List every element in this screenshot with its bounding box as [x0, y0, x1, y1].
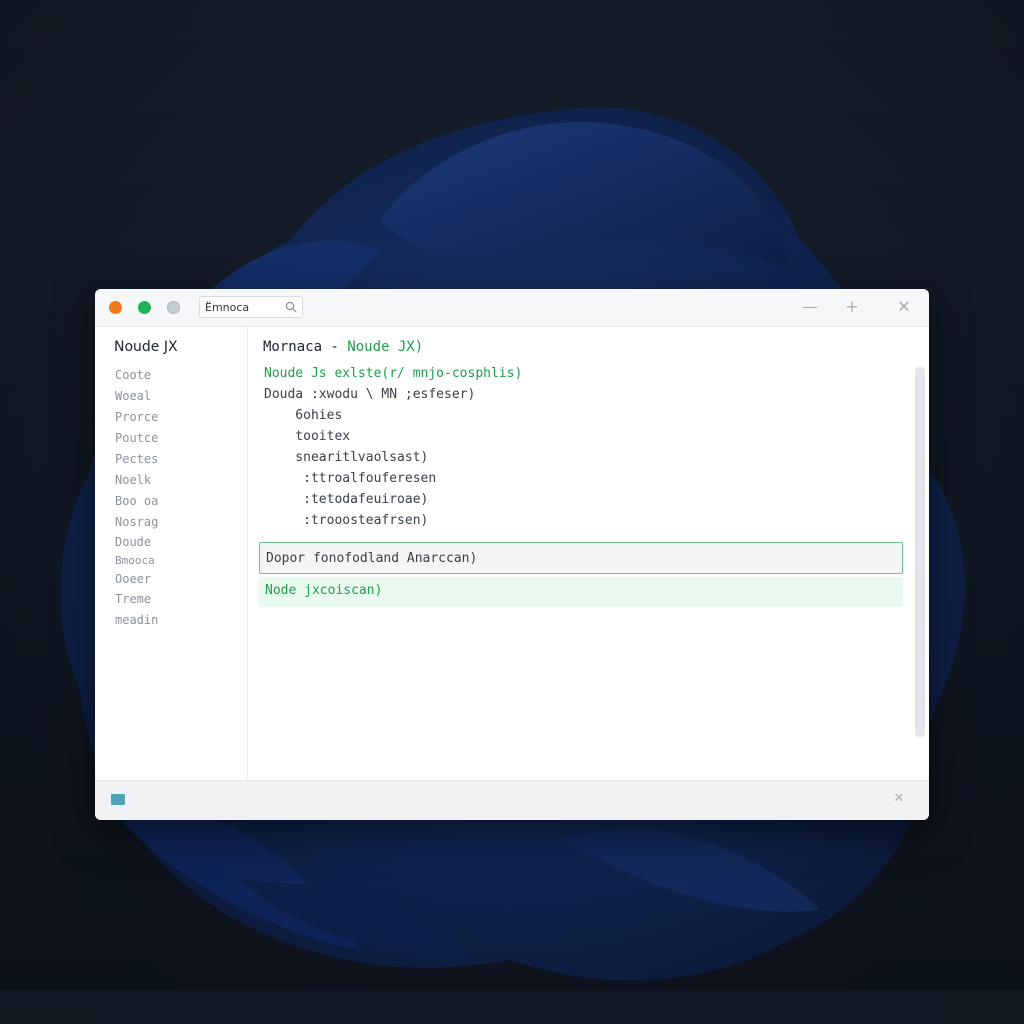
sidebar-item[interactable]: Ooeer — [115, 570, 158, 589]
title-bar: — + ✕ — [95, 289, 929, 327]
sidebar-item[interactable]: Nosrag — [115, 512, 158, 533]
sidebar-list: Coote Woeal Prorce Poutce Pectes Noelk B… — [115, 365, 158, 631]
editor-title: Mornaca - Noude JX) — [263, 339, 423, 355]
vertical-scrollbar[interactable] — [915, 367, 925, 737]
code-line[interactable]: 6ohies — [264, 405, 522, 426]
code-lines: Noude Js exlste(r/ mnjo-cosphlis) Douda … — [264, 363, 522, 531]
close-icon[interactable]: ✕ — [895, 298, 913, 316]
sidebar-item[interactable]: Bmooca — [115, 552, 158, 570]
command-input[interactable] — [266, 549, 886, 567]
minimize-window-dot[interactable] — [167, 301, 180, 314]
code-line[interactable]: :trooosteafrsen) — [264, 510, 522, 531]
suggestion-item[interactable]: Node jxcoiscan) — [259, 577, 903, 607]
maximize-window-dot[interactable] — [138, 301, 151, 314]
code-editor[interactable]: Mornaca - Noude JX) Noude Js exlste(r/ m… — [248, 327, 929, 780]
sidebar-item[interactable]: Noelk — [115, 470, 158, 491]
panel-close-icon[interactable]: ✕ — [891, 791, 907, 807]
taskbar — [0, 990, 1024, 1024]
sidebar-item[interactable]: Treme — [115, 589, 158, 610]
minimize-icon[interactable]: — — [801, 298, 819, 316]
code-line[interactable]: :ttroalfouferesen — [264, 468, 522, 489]
code-line[interactable]: :tetodafeuiroae) — [264, 489, 522, 510]
sidebar-item[interactable]: Boo oa — [115, 491, 158, 512]
search-icon[interactable] — [285, 301, 297, 313]
sidebar-item[interactable]: Prorce — [115, 407, 158, 428]
sidebar-item[interactable]: Coote — [115, 365, 158, 386]
close-window-dot[interactable] — [109, 301, 122, 314]
sidebar-item[interactable]: Woeal — [115, 386, 158, 407]
search-input[interactable] — [205, 299, 281, 315]
command-input-box[interactable] — [259, 542, 903, 574]
code-line[interactable]: Noude Js exlste(r/ mnjo-cosphlis) — [264, 363, 522, 384]
sidebar: Noude JX Coote Woeal Prorce Poutce Pecte… — [95, 327, 248, 780]
editor-title-prefix: Mornaca - — [263, 339, 348, 355]
sidebar-item[interactable]: Poutce — [115, 428, 158, 449]
sidebar-item[interactable]: Pectes — [115, 449, 158, 470]
sidebar-title: Noude JX — [114, 339, 178, 355]
sidebar-item[interactable]: Doude — [115, 533, 158, 552]
code-line[interactable]: snearitlvaolsast) — [264, 447, 522, 468]
search-box[interactable] — [199, 296, 303, 318]
code-line[interactable]: tooitex — [264, 426, 522, 447]
maximize-icon[interactable]: + — [843, 298, 861, 316]
code-line[interactable]: Douda :xwodu \ MN ;esfeser) — [264, 384, 522, 405]
editor-window: — + ✕ Noude JX Coote Woeal Prorce Poutce… — [95, 289, 929, 820]
sidebar-item[interactable]: meadin — [115, 610, 158, 631]
editor-title-accent: Noude JX) — [347, 339, 424, 355]
status-bar: ✕ — [95, 780, 929, 820]
suggestion-text: Node jxcoiscan) — [265, 583, 383, 598]
terminal-icon[interactable] — [111, 794, 125, 805]
